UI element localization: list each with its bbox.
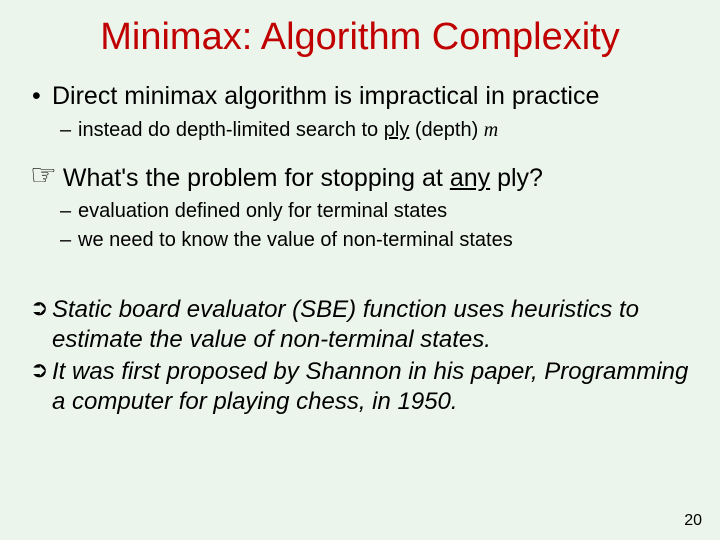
arrow-icon: ➲ bbox=[30, 357, 52, 383]
slide-title: Minimax: Algorithm Complexity bbox=[30, 16, 690, 59]
text-fragment: ply? bbox=[490, 164, 543, 192]
question-text: What's the problem for stopping at any p… bbox=[63, 163, 543, 194]
text-fragment: , in 1950. bbox=[359, 388, 458, 415]
term-ply: ply bbox=[384, 119, 410, 141]
text-fragment: What's the problem for stopping at bbox=[63, 164, 450, 192]
bullet-main-1: Direct minimax algorithm is impractical … bbox=[30, 81, 690, 112]
text-fragment: (depth) bbox=[409, 119, 483, 141]
emph-any: any bbox=[450, 164, 490, 192]
conclusion-block: ➲ Static board evaluator (SBE) function … bbox=[30, 295, 690, 417]
subbullet-3: we need to know the value of non-termina… bbox=[30, 228, 690, 253]
text-fragment: instead do depth-limited search to bbox=[78, 119, 384, 141]
variable-m: m bbox=[484, 119, 498, 141]
slide-number: 20 bbox=[684, 512, 702, 530]
arrow-item-2: ➲ It was first proposed by Shannon in hi… bbox=[30, 357, 690, 417]
arrow-text-1: Static board evaluator (SBE) function us… bbox=[52, 295, 690, 355]
subbullet-1: instead do depth-limited search to ply (… bbox=[30, 118, 690, 143]
term-sbe: Static board evaluator (SBE) bbox=[52, 296, 356, 323]
callout-question: ☞ What's the problem for stopping at any… bbox=[30, 163, 690, 194]
arrow-icon: ➲ bbox=[30, 295, 52, 321]
slide: Minimax: Algorithm Complexity Direct min… bbox=[0, 0, 720, 540]
arrow-text-2: It was first proposed by Shannon in his … bbox=[52, 357, 690, 417]
text-fragment: It was first proposed by Shannon in his … bbox=[52, 358, 544, 385]
hand-point-icon: ☞ bbox=[30, 161, 57, 191]
subbullet-2: evaluation defined only for terminal sta… bbox=[30, 199, 690, 224]
arrow-item-1: ➲ Static board evaluator (SBE) function … bbox=[30, 295, 690, 355]
